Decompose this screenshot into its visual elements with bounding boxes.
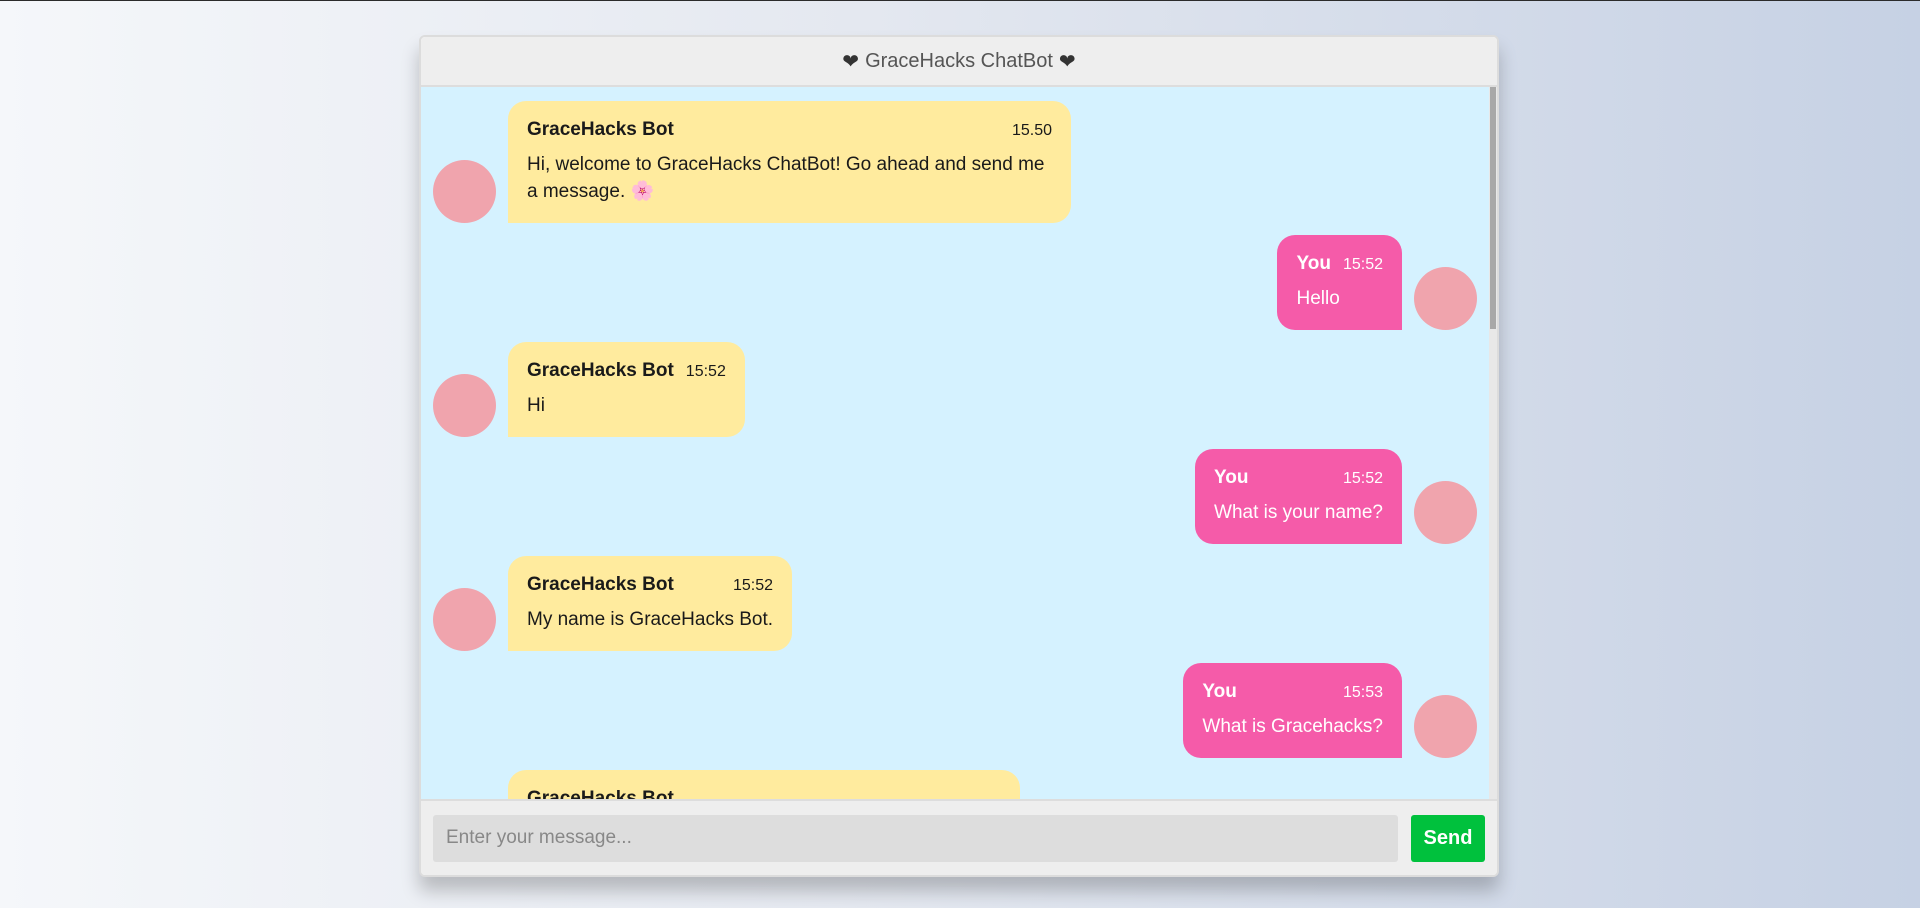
bot-message: GraceHacks Bot 15:52 My name is GraceHac… <box>433 556 1477 651</box>
send-button[interactable]: Send <box>1411 814 1485 862</box>
message-time: 15:52 <box>1342 256 1383 273</box>
chat-header: ❤ GraceHacks ChatBot ❤ <box>421 37 1497 87</box>
message-text: Hi, welcome to GraceHacks ChatBot! Go ah… <box>527 154 1045 202</box>
user-message: You 15:52 Hello <box>433 235 1477 330</box>
message-text: What is Gracehacks? <box>1202 716 1383 737</box>
message-time: 15:53 <box>1342 684 1383 701</box>
bot-avatar <box>433 374 496 437</box>
message-bubble: You 15:52 Hello <box>1277 235 1402 330</box>
message-bubble: GraceHacks Bot <box>508 770 1020 799</box>
chat-window: ❤ GraceHacks ChatBot ❤ GraceHacks Bot 15… <box>419 35 1499 877</box>
message-sender: GraceHacks Bot <box>527 788 674 799</box>
message-text: Hi <box>527 395 545 416</box>
bot-message: GraceHacks Bot 15.50 Hi, welcome to Grac… <box>433 101 1477 223</box>
message-text: Hello <box>1296 288 1340 309</box>
user-avatar <box>1414 695 1477 758</box>
heart-icon: ❤ <box>842 49 860 73</box>
scrollbar-thumb[interactable] <box>1490 87 1496 329</box>
message-input[interactable] <box>433 814 1398 862</box>
chat-body: GraceHacks Bot 15.50 Hi, welcome to Grac… <box>421 87 1497 799</box>
message-time: 15:52 <box>685 363 726 380</box>
bot-message: GraceHacks Bot <box>433 770 1477 799</box>
user-message: You 15:53 What is Gracehacks? <box>433 663 1477 758</box>
message-sender: You <box>1214 467 1249 488</box>
message-bubble: GraceHacks Bot 15:52 My name is GraceHac… <box>508 556 793 651</box>
user-message: You 15:52 What is your name? <box>433 449 1477 544</box>
message-time: 15.50 <box>1011 122 1052 139</box>
bot-message: GraceHacks Bot 15:52 Hi <box>433 342 1477 437</box>
bot-avatar <box>433 160 496 223</box>
user-avatar <box>1414 267 1477 330</box>
message-composer: Send <box>421 799 1497 875</box>
message-bubble: You 15:52 What is your name? <box>1195 449 1402 544</box>
bot-avatar <box>433 588 496 651</box>
message-time: 15:52 <box>1342 470 1383 487</box>
scrollbar[interactable] <box>1489 87 1497 799</box>
message-text: What is your name? <box>1214 502 1383 523</box>
message-time: 15:52 <box>732 577 774 594</box>
message-sender: You <box>1202 681 1237 702</box>
user-avatar <box>1414 481 1477 544</box>
chat-title: GraceHacks ChatBot <box>865 49 1053 72</box>
message-text: My name is GraceHacks Bot. <box>527 609 774 630</box>
message-sender: GraceHacks Bot <box>527 119 674 140</box>
message-bubble: GraceHacks Bot 15.50 Hi, welcome to Grac… <box>508 101 1071 223</box>
message-list[interactable]: GraceHacks Bot 15.50 Hi, welcome to Grac… <box>421 87 1489 799</box>
message-sender: You <box>1296 253 1331 274</box>
message-sender: GraceHacks Bot <box>527 574 674 595</box>
message-bubble: You 15:53 What is Gracehacks? <box>1183 663 1402 758</box>
message-sender: GraceHacks Bot <box>527 360 674 381</box>
message-bubble: GraceHacks Bot 15:52 Hi <box>508 342 745 437</box>
heart-icon: ❤ <box>1058 49 1076 73</box>
